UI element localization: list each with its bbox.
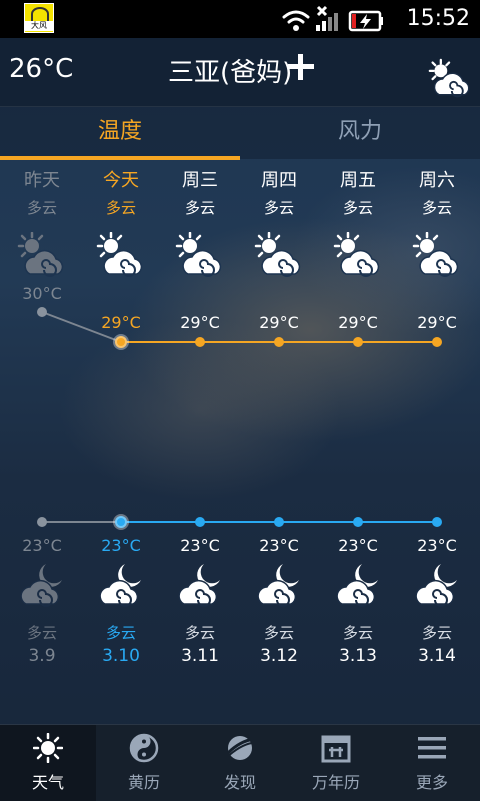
nav-calendar[interactable]: 万年历: [288, 725, 384, 801]
yin-yang-icon: [129, 733, 159, 763]
partly-cloudy-day-icon: [16, 231, 68, 280]
day-header: 周四 多云: [239, 170, 319, 218]
day-header: 今天 多云: [81, 170, 161, 218]
night-condition: 多云: [26, 624, 57, 642]
night-condition: 多云: [184, 624, 215, 642]
status-bar: 大风 15:52: [0, 0, 480, 38]
current-temperature: 26°C: [9, 54, 74, 84]
partly-cloudy-night-icon: [95, 560, 147, 608]
day-name: 昨天: [24, 170, 60, 191]
header: 26°C 三亚(爸妈): [0, 38, 480, 107]
low-temp-label: 23°C: [338, 536, 378, 555]
date-label: 3.13: [339, 646, 377, 666]
partly-cloudy-night-icon: [16, 560, 68, 608]
tab-temperature[interactable]: 温度: [0, 107, 240, 159]
partly-cloudy-day-icon: [253, 231, 305, 280]
day-condition: 多云: [342, 199, 373, 217]
tab-bar: 温度 风力: [0, 107, 480, 160]
partly-cloudy-night-icon: [174, 560, 226, 608]
low-temp-label: 23°C: [180, 536, 220, 555]
high-temp-label: 30°C: [22, 284, 62, 303]
partly-cloudy-day-icon: [411, 231, 463, 280]
battery-charging-icon: [348, 10, 383, 32]
day-condition: 多云: [105, 199, 136, 217]
night-condition: 多云: [421, 624, 452, 642]
day-name: 周四: [261, 170, 297, 191]
tab-indicator: [0, 156, 240, 160]
date-label: 3.9: [28, 646, 56, 666]
low-temp-label: 23°C: [259, 536, 299, 555]
weather-app-notification-icon: 大风: [24, 3, 54, 33]
nav-discover[interactable]: 发现: [192, 725, 288, 801]
day-condition: 多云: [184, 199, 215, 217]
partly-cloudy-day-icon: [332, 231, 384, 280]
bottom-nav: 天气 黄历 发现 万年历 更多: [0, 724, 480, 801]
low-temp-label: 23°C: [417, 536, 457, 555]
high-temp-label: 29°C: [338, 313, 378, 332]
wifi-icon: [282, 10, 310, 24]
day-name: 周五: [340, 170, 376, 191]
nav-label-more: 更多: [415, 773, 448, 792]
nav-almanac[interactable]: 黄历: [96, 725, 192, 801]
nav-weather[interactable]: 天气: [0, 725, 96, 801]
nav-more[interactable]: 更多: [384, 725, 480, 801]
partly-cloudy-night-icon: [411, 560, 463, 608]
date-label: 3.12: [260, 646, 298, 666]
low-temp-label: 23°C: [101, 536, 141, 555]
date-label: 3.10: [102, 646, 140, 666]
day-name: 周六: [419, 170, 455, 191]
night-condition: 多云: [105, 624, 136, 642]
partly-cloudy-day-icon: [174, 231, 226, 280]
day-header: 昨天 多云: [2, 170, 82, 218]
city-name[interactable]: 三亚(爸妈): [168, 52, 292, 89]
low-temp-label: 23°C: [22, 536, 62, 555]
status-icons: [282, 5, 383, 32]
high-temp-label: 29°C: [101, 313, 141, 332]
app-badge-label: 大风: [25, 21, 53, 31]
day-header: 周六 多云: [397, 170, 477, 218]
date-label: 3.11: [181, 646, 219, 666]
clock: 15:52: [406, 6, 470, 31]
nav-label-almanac: 黄历: [127, 773, 160, 792]
wifi-dot: [293, 25, 299, 31]
partly-cloudy-day-icon: [95, 231, 147, 280]
high-temp-label: 29°C: [259, 313, 299, 332]
day-condition: 多云: [421, 199, 452, 217]
night-condition: 多云: [342, 624, 373, 642]
planet-icon: [225, 736, 255, 760]
add-city-button[interactable]: [288, 54, 314, 80]
day-name: 今天: [103, 170, 139, 191]
partly-cloudy-night-icon: [332, 560, 384, 608]
night-condition: 多云: [263, 624, 294, 642]
nav-label-discover: 发现: [223, 773, 256, 792]
no-signal-x-icon: [316, 5, 328, 17]
tab-wind[interactable]: 风力: [240, 107, 480, 159]
high-temp-label: 29°C: [417, 313, 457, 332]
nav-label-calendar: 万年历: [311, 773, 360, 792]
partly-cloudy-night-icon: [253, 560, 305, 608]
day-header: 周三 多云: [160, 170, 240, 218]
sun-icon: [33, 733, 63, 763]
day-condition: 多云: [26, 199, 57, 217]
cloudy-sun-icon[interactable]: [426, 58, 474, 102]
high-temp-label: 29°C: [180, 313, 220, 332]
date-label: 3.14: [418, 646, 456, 666]
menu-icon: [418, 737, 446, 759]
day-name: 周三: [182, 170, 218, 191]
nav-label-weather: 天气: [31, 773, 64, 792]
calendar-icon: [321, 735, 351, 763]
day-header: 周五 多云: [318, 170, 398, 218]
day-condition: 多云: [263, 199, 294, 217]
